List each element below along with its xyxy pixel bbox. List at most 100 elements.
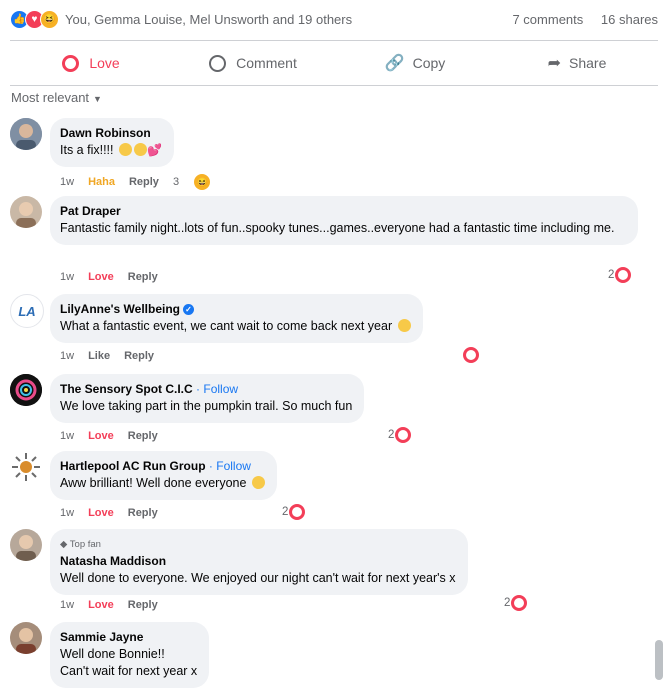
- reply-button[interactable]: Reply: [128, 507, 158, 519]
- comment-text: We love taking part in the pumpkin trail…: [60, 399, 353, 413]
- love-icon: [62, 54, 80, 72]
- commenter-name[interactable]: LilyAnne's Wellbeing ✓: [60, 301, 411, 318]
- avatar[interactable]: [10, 451, 42, 483]
- avatar[interactable]: [10, 622, 42, 654]
- comment-bubble: Dawn Robinson Its a fix!!!! 💕: [50, 118, 174, 167]
- commenter-name[interactable]: Pat Draper: [60, 203, 626, 220]
- comment-time[interactable]: 1w: [60, 430, 74, 442]
- love-button[interactable]: Love: [10, 54, 172, 72]
- reaction-count-number: 2: [608, 269, 615, 281]
- reply-button[interactable]: Reply: [128, 271, 158, 283]
- commenter-name[interactable]: Hartlepool AC Run Group · Follow: [60, 458, 265, 475]
- commenter-name[interactable]: The Sensory Spot C.I.C · Follow: [60, 381, 352, 398]
- comment-meta: 1w Love Reply: [60, 430, 172, 442]
- caret-down-icon: ▼: [93, 94, 102, 104]
- link-icon: 🔗: [384, 55, 405, 72]
- comment-meta: 1w Haha Reply 3 😆: [60, 174, 238, 190]
- avatar-photo: [10, 529, 42, 561]
- comment-icon: [209, 54, 227, 72]
- sort-label: Most relevant: [11, 90, 90, 105]
- avatar[interactable]: [10, 118, 42, 150]
- laughing-emoji-icon: [118, 143, 132, 156]
- comment-text: What a fantastic event, we cant wait to …: [60, 319, 393, 333]
- comment-meta: 1w Like Reply: [60, 350, 168, 362]
- love-icon: [615, 267, 632, 283]
- comment-meta: 1w Love Reply: [60, 507, 172, 519]
- smile-emoji-icon: [397, 319, 411, 332]
- comment-time[interactable]: 1w: [60, 271, 74, 283]
- comment-text: Well done to everyone. We enjoyed our ni…: [60, 571, 456, 585]
- love-reaction-button[interactable]: Love: [88, 507, 114, 519]
- smile-emoji-icon: [251, 476, 265, 489]
- comments-count[interactable]: 7 comments: [512, 12, 583, 27]
- comment-bubble: ◆ Top fan Natasha Maddison Well done to …: [50, 529, 468, 595]
- reaction-icons[interactable]: 👍 ♥ 😆: [10, 9, 59, 29]
- follow-button[interactable]: · Follow: [209, 459, 251, 473]
- follow-label: Follow: [216, 459, 251, 473]
- verified-badge-icon: ✓: [182, 304, 194, 315]
- commenter-name-text: Hartlepool AC Run Group: [60, 459, 206, 473]
- reaction-count[interactable]: 2: [282, 504, 306, 520]
- comment-text-line: Can't wait for next year x: [60, 664, 198, 678]
- love-icon: [289, 504, 306, 520]
- share-button[interactable]: ➦ Share: [496, 53, 658, 73]
- like-reaction-button[interactable]: Like: [88, 350, 110, 362]
- avatar[interactable]: LA: [10, 294, 44, 328]
- haha-reaction-button[interactable]: Haha: [88, 176, 115, 188]
- comment-time[interactable]: 1w: [60, 599, 74, 611]
- comment-button[interactable]: Comment: [172, 54, 334, 72]
- follow-label: Follow: [203, 382, 239, 396]
- avatar[interactable]: [10, 374, 42, 406]
- reply-button[interactable]: Reply: [128, 430, 158, 442]
- comment-time[interactable]: 1w: [60, 350, 74, 362]
- reactors-text[interactable]: You, Gemma Louise, Mel Unsworth and 19 o…: [65, 12, 352, 27]
- follow-button[interactable]: · Follow: [196, 382, 238, 396]
- haha-icon: 😆: [40, 9, 59, 29]
- comment-bubble: Pat Draper Fantastic family night..lots …: [50, 196, 638, 245]
- reaction-count-number: 2: [388, 429, 395, 441]
- lilyanne-logo: LA: [18, 303, 36, 319]
- copy-label: Copy: [412, 55, 446, 71]
- reaction-count[interactable]: 2: [504, 595, 528, 611]
- commenter-name[interactable]: Sammie Jayne: [60, 629, 197, 646]
- avatar[interactable]: [10, 196, 42, 228]
- reaction-count[interactable]: 3 😆: [173, 174, 224, 190]
- sensory-spot-logo: [10, 374, 42, 406]
- reaction-count-number: 2: [504, 597, 511, 609]
- reaction-summary[interactable]: 👍 ♥ 😆 You, Gemma Louise, Mel Unsworth an…: [10, 8, 658, 30]
- copy-button[interactable]: 🔗 Copy: [334, 53, 496, 73]
- comment-item: LA LilyAnne's Wellbeing ✓ What a fantasti…: [10, 294, 650, 366]
- reaction-count[interactable]: [462, 347, 479, 363]
- love-reaction-button[interactable]: Love: [88, 430, 114, 442]
- comment-item: ◆ Top fan Natasha Maddison Well done to …: [10, 529, 650, 615]
- avatar[interactable]: [10, 529, 42, 561]
- commenter-name[interactable]: Dawn Robinson: [60, 125, 162, 142]
- comment-item: Sammie Jayne Well done Bonnie!! Can't wa…: [10, 622, 650, 688]
- share-label: Share: [569, 55, 607, 71]
- hartlepool-logo: [12, 453, 40, 481]
- love-reaction-button[interactable]: Love: [88, 599, 114, 611]
- laughing-emoji-icon: [133, 143, 147, 156]
- reply-button[interactable]: Reply: [129, 176, 159, 188]
- reaction-count-number: 3: [172, 176, 180, 188]
- commenter-name-text: LilyAnne's Wellbeing: [60, 302, 180, 316]
- comment-text: Fantastic family night..lots of fun..spo…: [60, 221, 615, 235]
- comment-bubble: Sammie Jayne Well done Bonnie!! Can't wa…: [50, 622, 210, 688]
- comment-item: Dawn Robinson Its a fix!!!! 💕 1w Haha Re…: [10, 118, 650, 190]
- reaction-count[interactable]: 2: [608, 267, 632, 283]
- shares-count[interactable]: 16 shares: [601, 12, 658, 27]
- avatar-photo: [10, 118, 42, 150]
- avatar-photo: [10, 622, 42, 654]
- comment-bubble: Hartlepool AC Run Group · Follow Aww bri…: [50, 451, 277, 500]
- love-reaction-button[interactable]: Love: [88, 271, 114, 283]
- scrollbar[interactable]: [655, 640, 663, 680]
- comment-time[interactable]: 1w: [60, 176, 74, 188]
- comment-time[interactable]: 1w: [60, 507, 74, 519]
- commenter-name[interactable]: Natasha Maddison: [60, 553, 456, 570]
- reply-button[interactable]: Reply: [128, 599, 158, 611]
- comment-sort-dropdown[interactable]: Most relevant ▼: [11, 90, 102, 105]
- reply-button[interactable]: Reply: [124, 350, 154, 362]
- reaction-count[interactable]: 2: [388, 427, 412, 443]
- love-label: Love: [89, 55, 120, 71]
- top-fan-badge: ◆ Top fan: [60, 536, 456, 553]
